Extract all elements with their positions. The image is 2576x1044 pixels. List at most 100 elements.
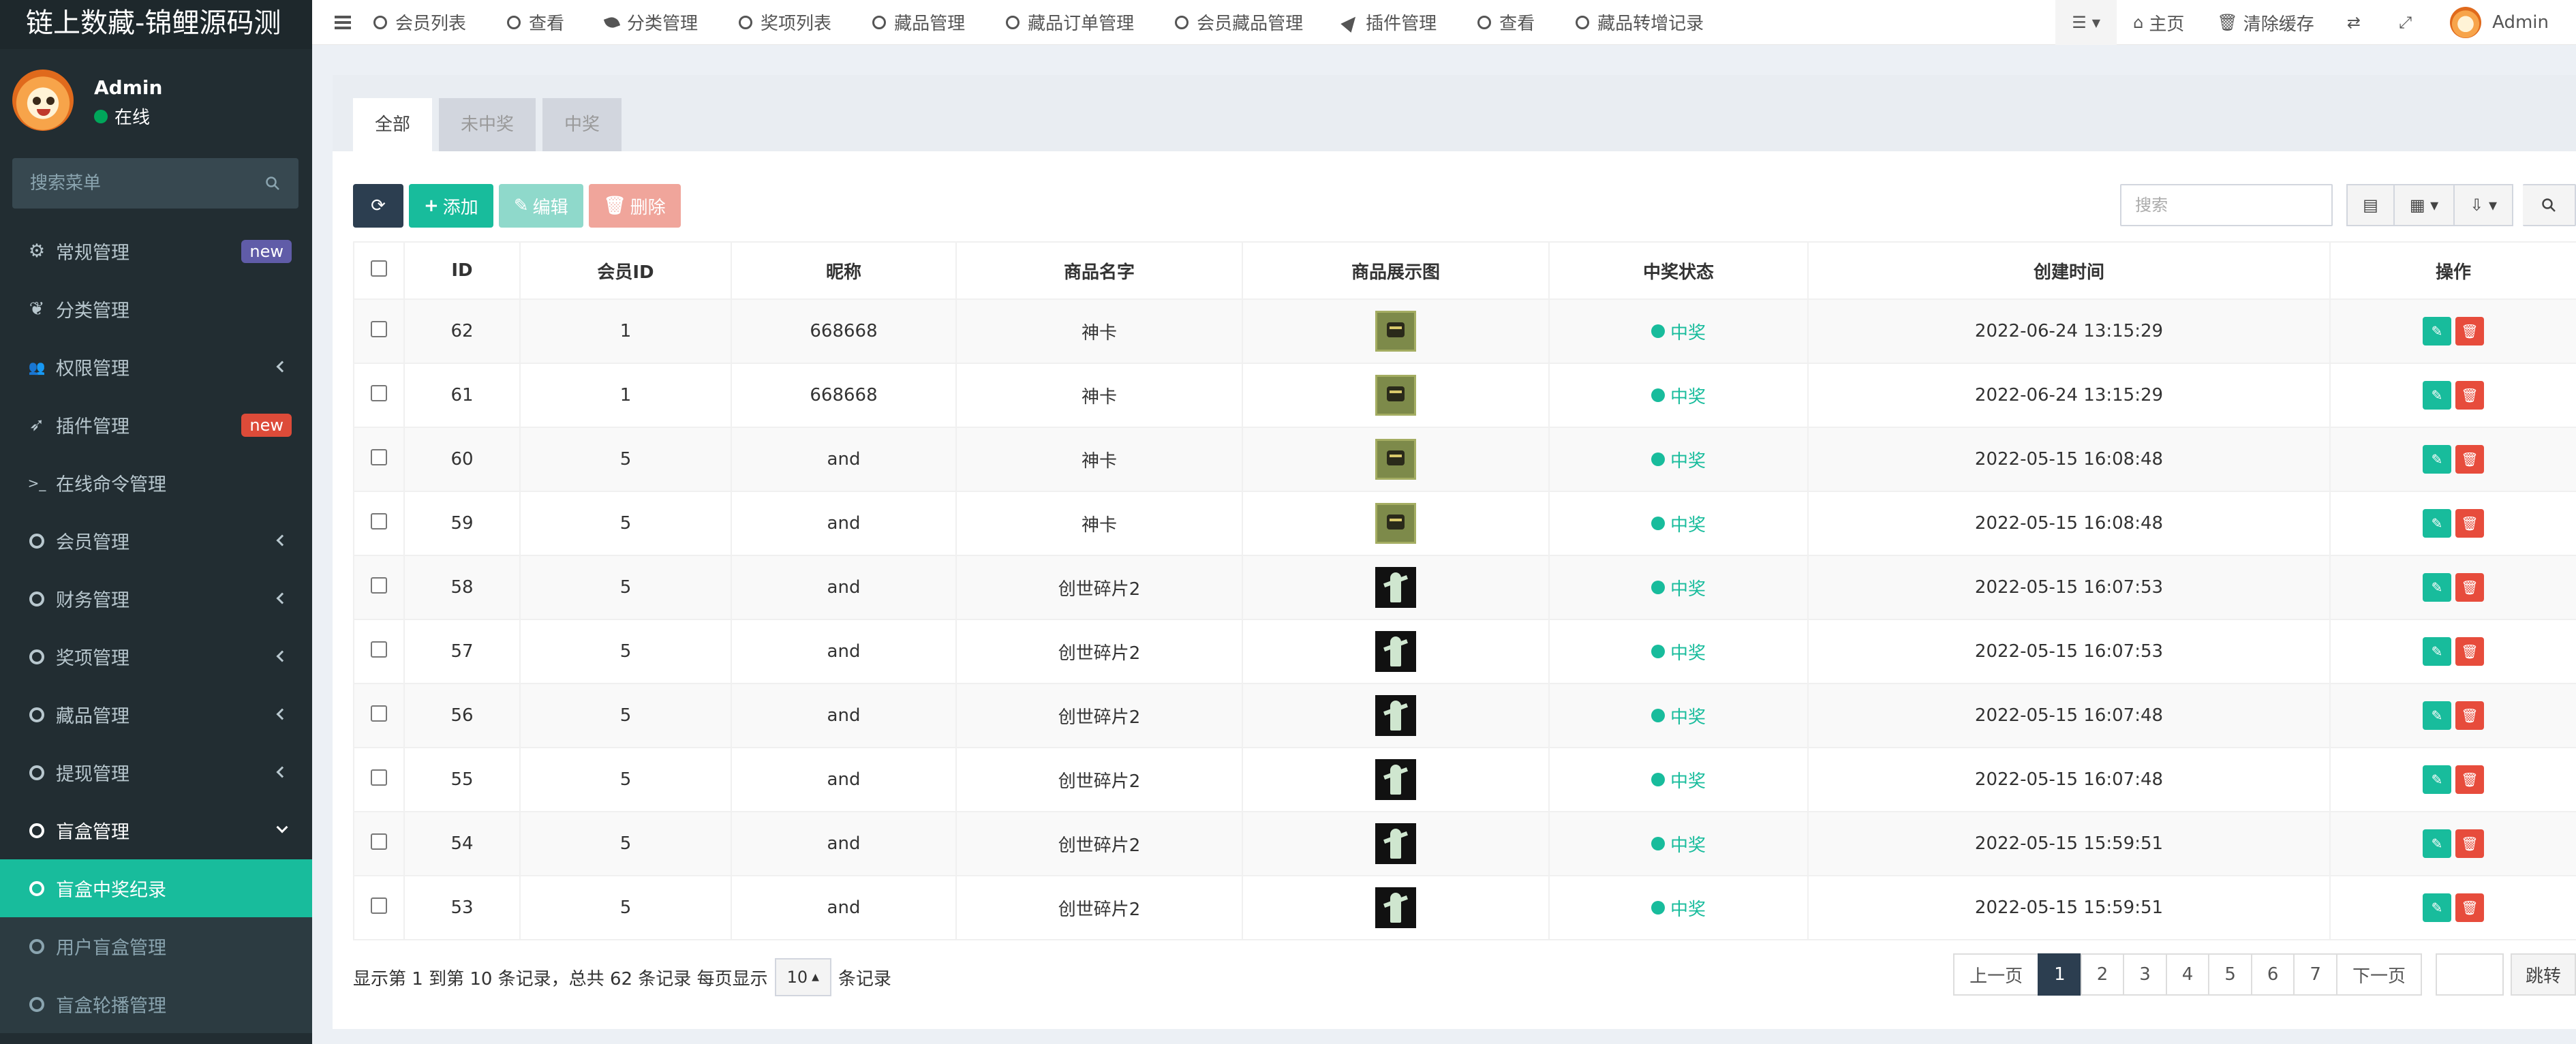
col-product-image[interactable]: 商品展示图 bbox=[1242, 241, 1550, 300]
product-thumbnail[interactable] bbox=[1375, 887, 1416, 928]
sidebar-item[interactable]: ⚙ 常规管理 new bbox=[0, 222, 312, 280]
row-checkbox[interactable] bbox=[371, 512, 387, 529]
row-edit-button[interactable]: ✎ bbox=[2423, 829, 2451, 858]
row-delete-button[interactable]: 🗑 bbox=[2455, 829, 2484, 858]
row-edit-button[interactable]: ✎ bbox=[2423, 765, 2451, 794]
toggle-view-button[interactable]: ▤ bbox=[2346, 184, 2395, 226]
page-number-button[interactable]: 2 bbox=[2080, 953, 2125, 996]
page-jump-input[interactable] bbox=[2435, 953, 2504, 996]
page-jump-button[interactable]: 跳转 bbox=[2510, 953, 2576, 996]
row-checkbox[interactable] bbox=[371, 577, 387, 594]
sidebar-item[interactable]: 用户盲盒管理 bbox=[0, 917, 312, 975]
refresh-button[interactable]: ⟳ bbox=[353, 184, 403, 228]
app-title[interactable]: 链上数藏-锦鲤源码测 bbox=[0, 0, 312, 49]
search-icon[interactable] bbox=[264, 175, 281, 191]
row-edit-button[interactable]: ✎ bbox=[2423, 701, 2451, 730]
col-id[interactable]: ID bbox=[403, 241, 521, 300]
sidebar-item[interactable]: 提现管理 bbox=[0, 743, 312, 801]
nav-tab[interactable]: 藏品订单管理 bbox=[1006, 10, 1134, 35]
row-checkbox[interactable] bbox=[371, 641, 387, 658]
product-thumbnail[interactable] bbox=[1375, 375, 1416, 416]
nav-tab[interactable]: 会员藏品管理 bbox=[1175, 10, 1303, 35]
next-page-button[interactable]: 下一页 bbox=[2335, 953, 2422, 996]
row-edit-button[interactable]: ✎ bbox=[2423, 637, 2451, 666]
row-checkbox[interactable] bbox=[371, 705, 387, 722]
nav-tab[interactable]: 会员列表 bbox=[373, 10, 466, 35]
row-delete-button[interactable]: 🗑 bbox=[2455, 381, 2484, 410]
nav-tab[interactable]: 藏品管理 bbox=[872, 10, 965, 35]
row-edit-button[interactable]: ✎ bbox=[2423, 445, 2451, 474]
export-button[interactable]: ⇩ ▾ bbox=[2455, 184, 2513, 226]
row-delete-button[interactable]: 🗑 bbox=[2455, 509, 2484, 538]
delete-button[interactable]: 🗑 删除 bbox=[588, 184, 681, 228]
sidebar-item[interactable]: 会员管理 bbox=[0, 512, 312, 570]
sidebar-item[interactable]: 盲盒轮播管理 bbox=[0, 975, 312, 1033]
sidebar-item[interactable]: >_ 在线命令管理 bbox=[0, 454, 312, 512]
page-number-button[interactable]: 7 bbox=[2293, 953, 2337, 996]
sidebar-item[interactable]: ❦ 分类管理 bbox=[0, 280, 312, 338]
add-button[interactable]: + 添加 bbox=[409, 184, 493, 228]
sidebar-item[interactable]: 盲盒中奖纪录 bbox=[0, 859, 312, 917]
tab-not-won[interactable]: 未中奖 bbox=[439, 98, 536, 151]
table-search-input[interactable] bbox=[2120, 184, 2333, 226]
row-checkbox[interactable] bbox=[371, 769, 387, 786]
product-thumbnail[interactable] bbox=[1375, 311, 1416, 352]
sidebar-item[interactable]: ➶ 插件管理 new bbox=[0, 396, 312, 454]
edit-button[interactable]: ✎ 编辑 bbox=[498, 184, 583, 228]
page-number-button[interactable]: 3 bbox=[2123, 953, 2167, 996]
row-edit-button[interactable]: ✎ bbox=[2423, 381, 2451, 410]
col-nickname[interactable]: 昵称 bbox=[731, 241, 957, 300]
sidebar-item[interactable]: 财务管理 bbox=[0, 570, 312, 628]
search-button[interactable] bbox=[2523, 184, 2576, 226]
row-edit-button[interactable]: ✎ bbox=[2423, 573, 2451, 602]
col-member-id[interactable]: 会员ID bbox=[519, 241, 732, 300]
tab-won[interactable]: 中奖 bbox=[542, 98, 622, 151]
nav-tab[interactable]: 藏品转增记录 bbox=[1576, 10, 1704, 35]
nav-tab[interactable]: 奖项列表 bbox=[739, 10, 831, 35]
tab-all[interactable]: 全部 bbox=[353, 98, 433, 151]
sidebar-search-input[interactable] bbox=[30, 173, 264, 194]
sidebar-item[interactable]: 盲盒管理 bbox=[0, 801, 312, 859]
row-checkbox[interactable] bbox=[371, 897, 387, 914]
col-product-name[interactable]: 商品名字 bbox=[955, 241, 1243, 300]
row-delete-button[interactable]: 🗑 bbox=[2455, 573, 2484, 602]
sidebar-toggle-button[interactable] bbox=[312, 0, 373, 45]
row-checkbox[interactable] bbox=[371, 833, 387, 850]
page-size-select[interactable]: 10 ▲ bbox=[774, 958, 831, 996]
row-delete-button[interactable]: 🗑 bbox=[2455, 637, 2484, 666]
page-number-button[interactable]: 6 bbox=[2250, 953, 2295, 996]
row-edit-button[interactable]: ✎ bbox=[2423, 893, 2451, 922]
col-created-time[interactable]: 创建时间 bbox=[1807, 241, 2331, 300]
page-number-button[interactable]: 4 bbox=[2165, 953, 2210, 996]
prev-page-button[interactable]: 上一页 bbox=[1953, 953, 2040, 996]
columns-button[interactable]: ▦ ▾ bbox=[2394, 184, 2455, 226]
product-thumbnail[interactable] bbox=[1375, 503, 1416, 544]
nav-tab[interactable]: 查看 bbox=[1477, 10, 1535, 35]
row-edit-button[interactable]: ✎ bbox=[2423, 509, 2451, 538]
multi-menu-button[interactable]: ☰ ▼ bbox=[2055, 0, 2117, 45]
row-checkbox[interactable] bbox=[371, 320, 387, 337]
sidebar-item[interactable]: 👥 权限管理 bbox=[0, 338, 312, 396]
nav-tab[interactable]: 分类管理 bbox=[603, 10, 698, 35]
home-link[interactable]: ⌂ 主页 bbox=[2117, 0, 2201, 45]
sidebar-item[interactable]: 藏品管理 bbox=[0, 686, 312, 743]
product-thumbnail[interactable] bbox=[1375, 759, 1416, 800]
select-all-checkbox[interactable] bbox=[371, 260, 387, 277]
product-thumbnail[interactable] bbox=[1375, 567, 1416, 608]
user-menu[interactable]: Admin bbox=[2434, 0, 2576, 45]
row-delete-button[interactable]: 🗑 bbox=[2455, 701, 2484, 730]
nav-tab[interactable]: 插件管理 bbox=[1340, 10, 1437, 35]
fullscreen-button[interactable]: ⤢ bbox=[2382, 0, 2434, 45]
clear-cache-button[interactable]: 🗑 清除缓存 bbox=[2201, 0, 2330, 45]
sidebar-item[interactable]: 奖项管理 bbox=[0, 628, 312, 686]
translate-button[interactable]: ⇄ bbox=[2331, 0, 2382, 45]
product-thumbnail[interactable] bbox=[1375, 823, 1416, 864]
product-thumbnail[interactable] bbox=[1375, 631, 1416, 672]
row-delete-button[interactable]: 🗑 bbox=[2455, 317, 2484, 346]
row-checkbox[interactable] bbox=[371, 384, 387, 401]
row-delete-button[interactable]: 🗑 bbox=[2455, 765, 2484, 794]
row-delete-button[interactable]: 🗑 bbox=[2455, 893, 2484, 922]
product-thumbnail[interactable] bbox=[1375, 695, 1416, 736]
page-number-button[interactable]: 5 bbox=[2208, 953, 2252, 996]
row-delete-button[interactable]: 🗑 bbox=[2455, 445, 2484, 474]
